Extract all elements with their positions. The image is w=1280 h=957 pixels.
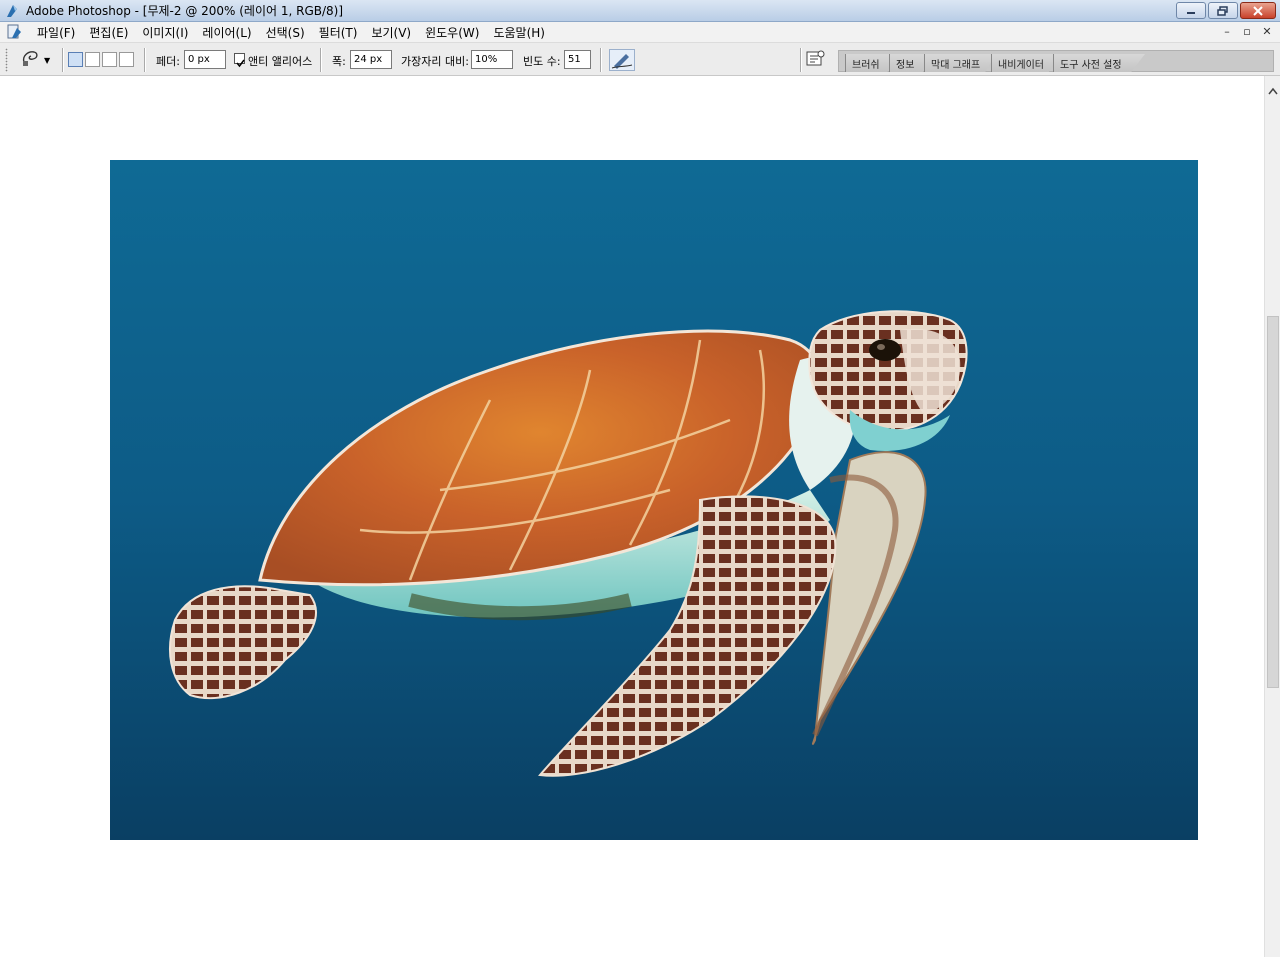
tab-tool-presets[interactable]: 도구 사전 설정 [1053, 54, 1145, 72]
tab-info[interactable]: 정보 [889, 54, 929, 72]
vertical-scrollbar[interactable] [1264, 76, 1280, 957]
subtract-selection-button[interactable] [102, 52, 117, 67]
menu-select[interactable]: 선택(S) [259, 24, 312, 41]
tool-preset-picker[interactable]: ▼ [20, 49, 54, 71]
menu-help[interactable]: 도움말(H) [486, 24, 552, 41]
separator [62, 48, 64, 72]
selection-mode-group [68, 52, 134, 67]
separator [600, 48, 602, 72]
menu-image[interactable]: 이미지(I) [135, 24, 195, 41]
window-title: Adobe Photoshop - [무제-2 @ 200% (레이어 1, R… [26, 4, 344, 18]
menu-view[interactable]: 보기(V) [364, 24, 418, 41]
new-selection-button[interactable] [68, 52, 83, 67]
add-selection-button[interactable] [85, 52, 100, 67]
palette-toggle-icon [805, 50, 827, 73]
palette-toggle-button[interactable] [805, 49, 829, 71]
scroll-thumb[interactable] [1267, 316, 1279, 688]
doc-close-icon[interactable]: ✕ [1260, 25, 1274, 38]
contrast-input[interactable] [471, 50, 513, 69]
scroll-up-icon[interactable] [1268, 80, 1278, 99]
frequency-input[interactable] [564, 50, 591, 69]
menu-file[interactable]: 파일(F) [30, 24, 82, 41]
tab-navigator[interactable]: 내비게이터 [991, 54, 1059, 72]
restore-button[interactable] [1208, 2, 1238, 19]
frequency-label: 빈도 수: [523, 55, 561, 68]
feather-label: 페더: [156, 55, 180, 68]
pen-pressure-icon [610, 54, 634, 74]
antialias-label: 앤티 앨리어스 [248, 55, 313, 68]
menu-filter[interactable]: 필터(T) [312, 24, 365, 41]
pen-pressure-button[interactable] [609, 49, 635, 71]
separator [144, 48, 146, 72]
width-label: 폭: [332, 55, 346, 68]
tab-brushes[interactable]: 브러쉬 [845, 54, 895, 72]
antialias-checkbox[interactable] [234, 53, 245, 68]
close-button[interactable] [1240, 2, 1276, 19]
menu-window[interactable]: 윈도우(W) [418, 24, 486, 41]
feather-input[interactable] [184, 50, 226, 69]
chevron-down-icon: ▼ [44, 55, 51, 65]
document-image[interactable] [110, 160, 1198, 840]
separator [800, 48, 802, 72]
menu-bar: 파일(F) 편집(E) 이미지(I) 레이어(L) 선택(S) 필터(T) 보기… [0, 22, 1280, 43]
magnetic-lasso-icon [20, 48, 42, 72]
doc-minimize-icon[interactable]: – [1220, 25, 1234, 38]
options-grip[interactable] [5, 48, 8, 72]
title-bar: Adobe Photoshop - [무제-2 @ 200% (레이어 1, R… [0, 0, 1280, 22]
width-input[interactable] [350, 50, 392, 69]
minimize-button[interactable] [1176, 2, 1206, 19]
intersect-selection-button[interactable] [119, 52, 134, 67]
palette-well: 브러쉬 정보 막대 그래프 내비게이터 도구 사전 설정 [838, 50, 1274, 72]
document-icon[interactable] [6, 24, 24, 40]
menu-edit[interactable]: 편집(E) [82, 24, 135, 41]
tab-histogram[interactable]: 막대 그래프 [924, 54, 996, 72]
menu-layer[interactable]: 레이어(L) [195, 24, 258, 41]
separator [320, 48, 322, 72]
doc-restore-icon[interactable]: ▫ [1240, 25, 1254, 38]
contrast-label: 가장자리 대비: [401, 55, 469, 68]
photoshop-icon [4, 3, 20, 19]
